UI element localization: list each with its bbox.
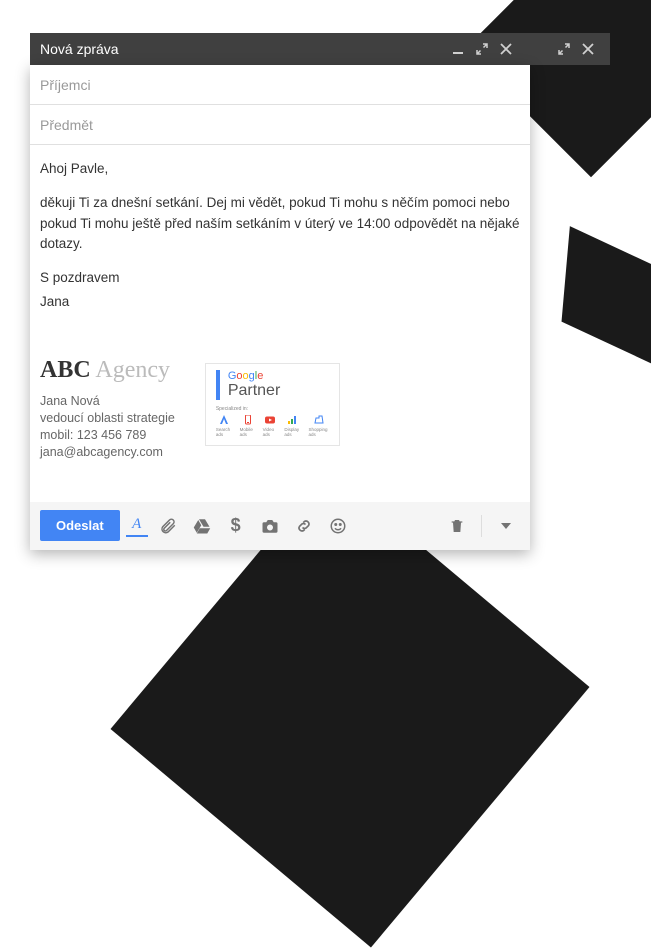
signature-company: ABC Agency (40, 357, 175, 384)
compose-titlebar: Nová zpráva (30, 33, 610, 65)
body-name: Jana (40, 292, 520, 312)
badge-partner-label: Partner (228, 382, 329, 400)
body-greeting: Ahoj Pavle, (40, 159, 520, 179)
signature-phone: mobil: 123 456 789 (40, 428, 175, 442)
link-icon[interactable] (290, 512, 318, 540)
signature-block: ABC Agency Jana Nová vedoucí oblasti str… (30, 357, 530, 502)
body-closing: S pozdravem (40, 268, 520, 288)
toolbar-separator (481, 515, 482, 537)
signature-role: vedoucí oblasti strategie (40, 411, 175, 425)
drive-icon[interactable] (188, 512, 216, 540)
more-options-icon[interactable] (492, 512, 520, 540)
badge-specialized-label: Specialized in: (216, 406, 329, 412)
close-icon-secondary[interactable] (576, 37, 600, 61)
photo-icon[interactable] (256, 512, 284, 540)
formatting-icon[interactable]: A (126, 515, 148, 537)
send-button[interactable]: Odeslat (40, 510, 120, 541)
badge-google-logo: Google (228, 370, 329, 382)
close-icon[interactable] (494, 37, 518, 61)
trash-icon[interactable] (443, 512, 471, 540)
badge-icon-row: Search ads Mobile ads Video ads Display … (216, 415, 329, 437)
signature-email: jana@abcagency.com (40, 445, 175, 459)
message-body[interactable]: Ahoj Pavle, děkuji Ti za dnešní setkání.… (30, 145, 530, 357)
subject-field[interactable]: Předmět (30, 105, 530, 145)
signature-person: Jana Nová (40, 394, 175, 408)
body-paragraph: děkuji Ti za dnešní setkání. Dej mi vědě… (40, 193, 520, 254)
expand-icon-secondary[interactable] (552, 37, 576, 61)
money-icon[interactable]: $ (222, 512, 250, 540)
compose-panel: Příjemci Předmět Ahoj Pavle, děkuji Ti z… (30, 65, 530, 550)
recipients-field[interactable]: Příjemci (30, 65, 530, 105)
minimize-icon[interactable] (446, 37, 470, 61)
expand-icon[interactable] (470, 37, 494, 61)
attach-icon[interactable] (154, 512, 182, 540)
decorative-shape (562, 226, 651, 364)
emoji-icon[interactable] (324, 512, 352, 540)
compose-toolbar: Odeslat A $ (30, 502, 530, 550)
partner-badge: Google Partner Specialized in: Search ad… (205, 363, 340, 446)
compose-title: Nová zpráva (40, 41, 446, 57)
